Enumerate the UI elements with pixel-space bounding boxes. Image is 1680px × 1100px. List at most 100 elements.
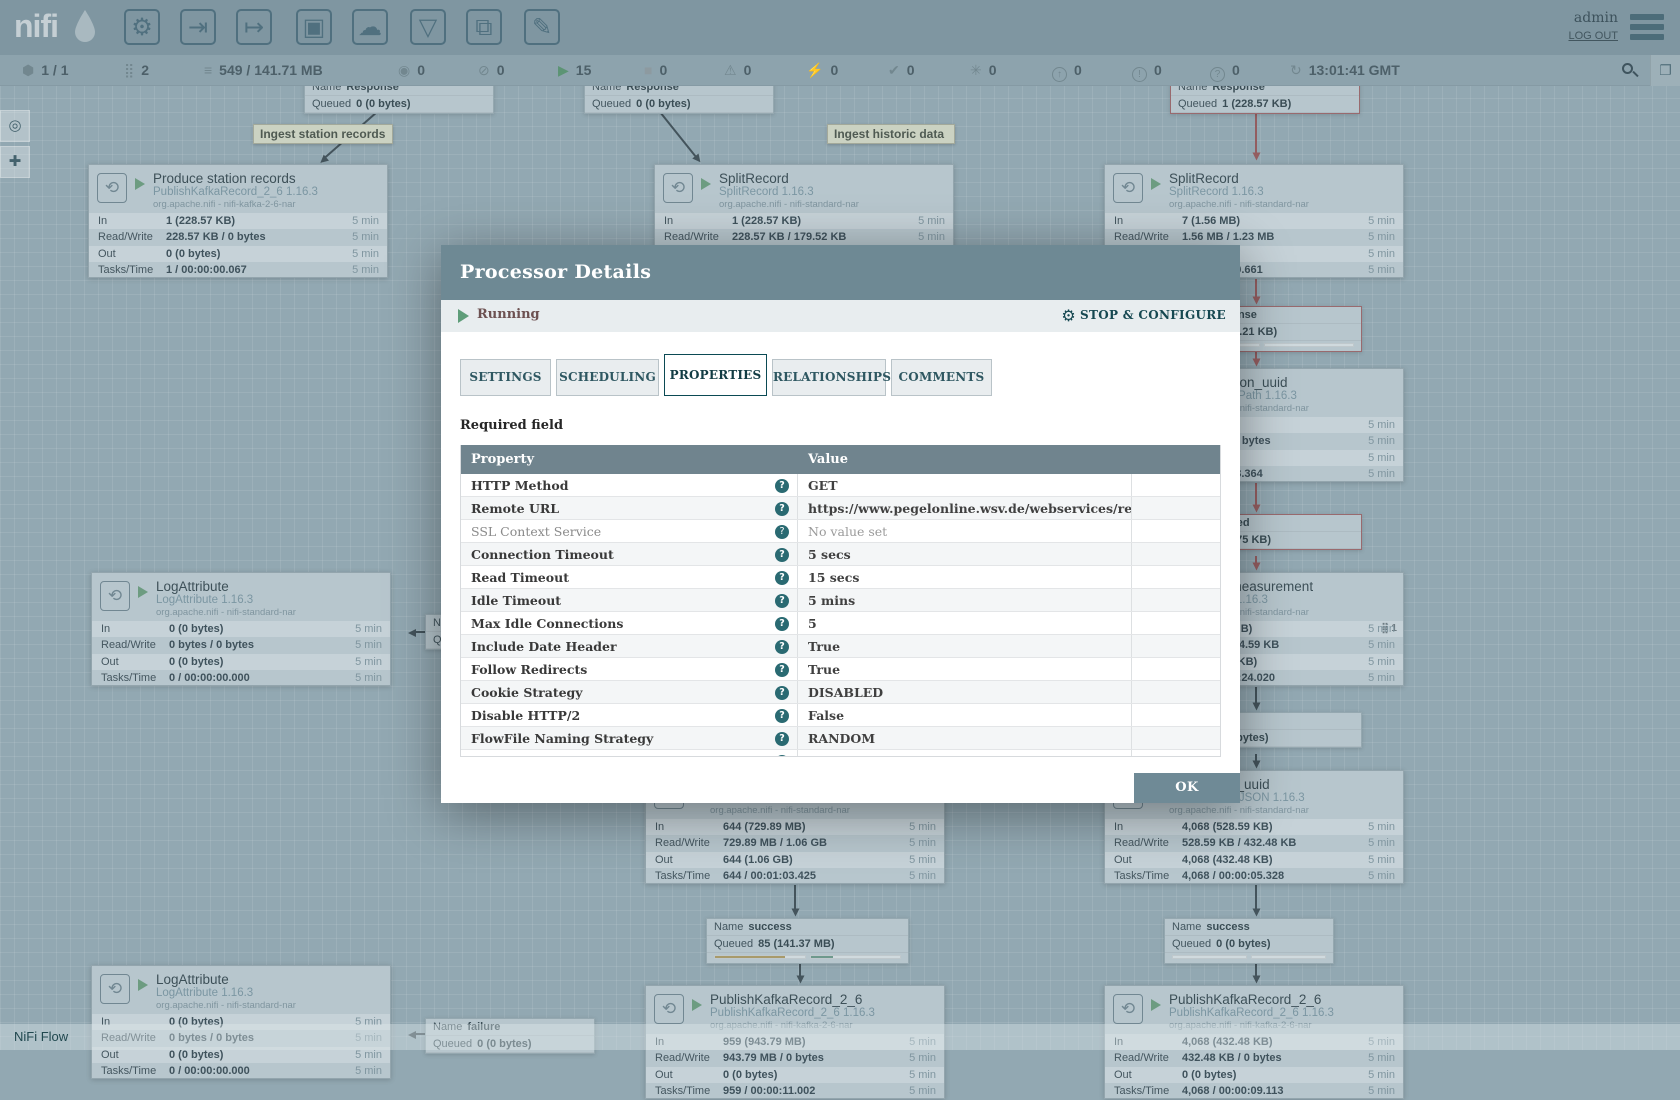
help-icon[interactable]: ? <box>775 732 789 746</box>
stat-window: 5 min <box>355 637 382 653</box>
property-value[interactable]: False <box>798 704 1132 726</box>
processor-header: ⟲Produce station recordsPublishKafkaReco… <box>89 165 387 213</box>
stat-label: Read/Write <box>664 229 719 245</box>
property-value[interactable]: 5 <box>798 612 1132 634</box>
connection-line <box>1255 483 1257 506</box>
stat-value: 959 / 00:00:11.002 <box>723 1083 815 1099</box>
tab-scheduling[interactable]: SCHEDULING <box>556 359 659 396</box>
process-group-icon[interactable]: ▣ <box>296 9 332 45</box>
label-icon[interactable]: ✎ <box>524 9 560 45</box>
processor[interactable]: ⟲Produce station recordsPublishKafkaReco… <box>88 164 388 278</box>
stat-label: Out <box>655 1067 673 1083</box>
remote-process-group-icon[interactable]: ☁ <box>352 9 388 45</box>
help-icon[interactable]: ? <box>775 755 789 757</box>
backpressure-fill <box>811 956 833 958</box>
stat-window: 5 min <box>355 1063 382 1079</box>
help-icon[interactable]: ? <box>775 640 789 654</box>
property-name: Follow Redirects? <box>461 658 798 680</box>
help-icon[interactable]: ? <box>775 548 789 562</box>
disabled-count: 0 <box>830 62 838 78</box>
help-icon[interactable]: ? <box>775 479 789 493</box>
connection-label-row: Queued85 (141.37 MB) <box>707 936 908 953</box>
processor-type: SplitRecord 1.16.3 <box>1169 186 1264 198</box>
help-icon[interactable]: ? <box>775 663 789 677</box>
property-value[interactable]: True <box>798 635 1132 657</box>
modified-stale-stat: !0 <box>1132 55 1162 86</box>
stat-value: 4,068 (528.59 KB) <box>1182 819 1273 835</box>
breadcrumb[interactable]: NiFi Flow <box>14 1029 68 1044</box>
processor[interactable]: ⟲LogAttributeLogAttribute 1.16.3org.apac… <box>91 572 391 686</box>
processor-stat-row: Read/Write729.89 MB / 1.06 GB5 min <box>646 835 944 851</box>
property-value[interactable]: 5 mins <box>798 589 1132 611</box>
property-value[interactable]: GET <box>798 474 1132 496</box>
funnel-icon[interactable]: ▽ <box>410 9 446 45</box>
property-value[interactable]: https://www.pegelonline.wsv.de/webservic… <box>798 497 1132 519</box>
property-row: Idle Timeout?5 mins <box>461 589 1220 612</box>
logout-link[interactable]: LOG OUT <box>1568 30 1618 42</box>
connection-line <box>1255 279 1257 298</box>
tab-relationships[interactable]: RELATIONSHIPS <box>772 359 886 396</box>
property-row-spacer <box>1132 520 1220 542</box>
stop-and-configure-button[interactable]: ⚙STOP & CONFIGURE <box>1061 306 1226 325</box>
stat-value: 7 (1.56 MB) <box>1182 213 1240 229</box>
property-value[interactable]: 15 secs <box>798 566 1132 588</box>
connection-label[interactable]: NamesuccessQueued0 (0 bytes) <box>1164 918 1334 964</box>
output-port-icon[interactable]: ↦ <box>236 9 272 45</box>
help-icon[interactable]: ? <box>775 571 789 585</box>
connection-label-row: Queued1 (228.57 KB) <box>1171 96 1359 113</box>
global-menu-button[interactable] <box>1630 14 1664 40</box>
locally-modified-icon: ✳ <box>970 55 982 86</box>
property-value[interactable]: True <box>798 658 1132 680</box>
property-value[interactable]: No value set <box>798 750 1132 756</box>
sync-failure-count: 0 <box>1232 62 1240 78</box>
tab-comments[interactable]: COMMENTS <box>891 359 992 396</box>
queued-icon: ≡ <box>204 55 212 86</box>
running-stat: ▶15 <box>558 55 591 86</box>
connection-label-row: Namesuccess <box>1165 919 1333 936</box>
help-icon[interactable]: ? <box>775 617 789 631</box>
property-value[interactable]: No value set <box>798 520 1132 542</box>
operate-palette[interactable]: ✚ <box>0 146 30 178</box>
search-icon[interactable] <box>1622 63 1638 79</box>
stat-window: 5 min <box>352 213 379 229</box>
template-icon[interactable]: ⧉ <box>466 9 502 45</box>
processor-stat-row: Out0 (0 bytes)5 min <box>89 246 387 262</box>
help-icon[interactable]: ? <box>775 525 789 539</box>
processor-name: LogAttribute <box>156 972 229 987</box>
property-value[interactable]: 5 secs <box>798 543 1132 565</box>
stat-label: Out <box>1114 1067 1132 1083</box>
processor-stat-row: Tasks/Time4,068 / 00:00:05.3285 min <box>1105 868 1403 884</box>
run-status-icon <box>135 178 145 190</box>
processor-header: ⟲LogAttributeLogAttribute 1.16.3org.apac… <box>92 573 390 621</box>
property-row-spacer <box>1132 612 1220 634</box>
property-value[interactable]: DISABLED <box>798 681 1132 703</box>
help-icon[interactable]: ? <box>775 502 789 516</box>
processor-stat-row: Tasks/Time0 / 00:00:00.0005 min <box>92 670 390 686</box>
stat-value: 943.79 MB / 0 bytes <box>723 1050 824 1066</box>
processor-icon[interactable]: ⚙ <box>124 9 160 45</box>
flow-label[interactable]: Ingest station records <box>253 124 393 144</box>
value-column-header: Value <box>798 445 1132 474</box>
tab-properties[interactable]: PROPERTIES <box>664 354 767 396</box>
property-row-spacer <box>1132 543 1220 565</box>
connection-arrowhead <box>1253 504 1261 512</box>
help-icon[interactable]: ? <box>775 594 789 608</box>
property-name: Max Idle Connections? <box>461 612 798 634</box>
stat-label: Read/Write <box>98 229 153 245</box>
run-status-icon <box>138 586 148 598</box>
panel-toggle-button[interactable]: ❐ <box>1650 55 1680 86</box>
processor[interactable]: ⟲LogAttributeLogAttribute 1.16.3org.apac… <box>91 965 391 1079</box>
navigate-palette[interactable]: ◎ <box>0 110 30 142</box>
tab-settings[interactable]: SETTINGS <box>460 359 551 396</box>
ok-button[interactable]: OK <box>1134 773 1240 803</box>
help-icon[interactable]: ? <box>775 709 789 723</box>
stat-label: In <box>1114 819 1123 835</box>
property-value[interactable]: RANDOM <box>798 727 1132 749</box>
help-icon[interactable]: ? <box>775 686 789 700</box>
connection-label[interactable]: NamesuccessQueued85 (141.37 MB) <box>706 918 909 964</box>
stat-label: Out <box>98 246 116 262</box>
flow-label[interactable]: Ingest historic data <box>827 124 955 144</box>
stat-value: 0 (0 bytes) <box>1182 1067 1236 1083</box>
input-port-icon[interactable]: ⇥ <box>180 9 216 45</box>
queued-count: 549 / 141.71 MB <box>219 62 323 78</box>
